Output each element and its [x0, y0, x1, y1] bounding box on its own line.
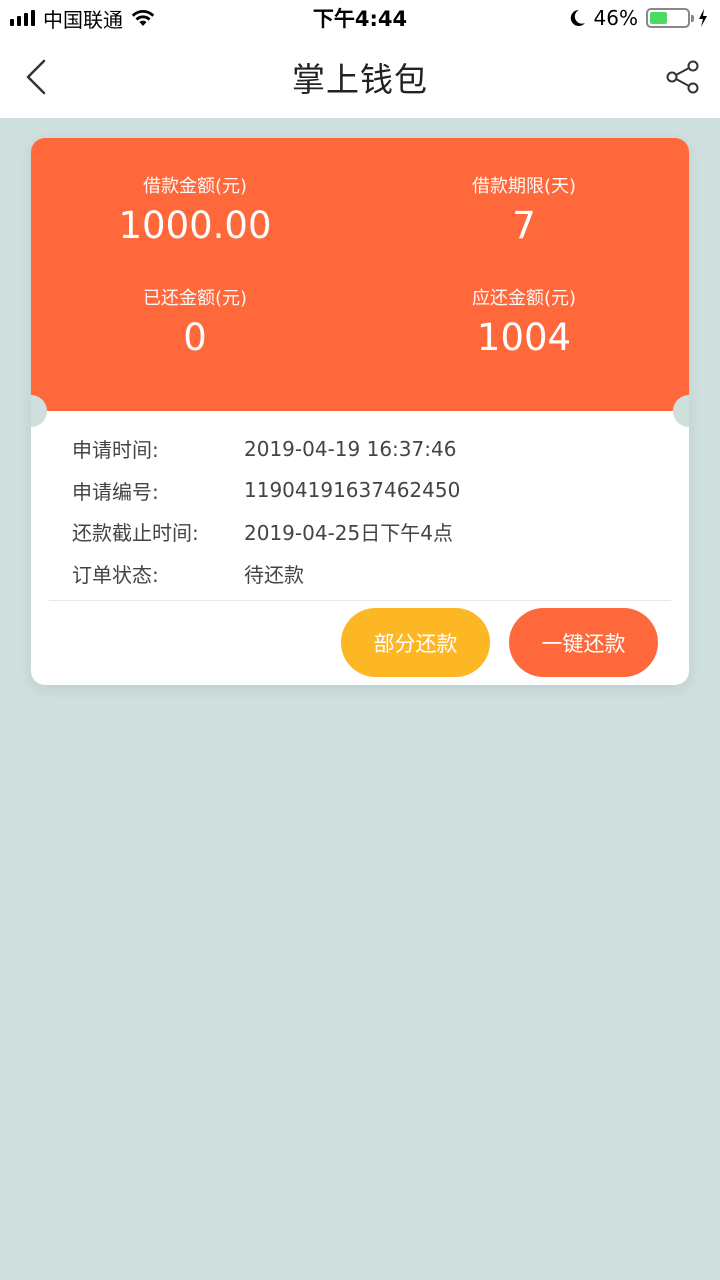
detail-row-due-time: 还款截止时间: 2019-04-25日下午4点	[72, 511, 652, 553]
detail-label: 申请编号:	[72, 479, 159, 504]
battery-icon	[646, 8, 694, 28]
loan-amount-stat: 借款金额(元) 1000.00	[45, 172, 345, 247]
share-icon	[666, 60, 699, 94]
back-button[interactable]	[16, 54, 56, 100]
status-right: 46%	[570, 6, 708, 30]
loan-amount-value: 1000.00	[118, 204, 272, 247]
wifi-icon	[131, 10, 155, 26]
battery-fill	[650, 12, 667, 24]
due-value: 1004	[476, 316, 572, 359]
detail-label: 订单状态:	[72, 562, 159, 587]
back-icon	[26, 59, 46, 95]
repaid-value: 0	[183, 316, 207, 359]
loan-summary: 借款金额(元) 1000.00 借款期限(天) 7 已还金额(元) 0 应还金额…	[31, 138, 689, 411]
due-label: 应还金额(元)	[471, 288, 577, 309]
detail-row-order-status: 订单状态: 待还款	[72, 553, 652, 595]
nav-bar: 掌上钱包	[0, 36, 720, 118]
share-button[interactable]	[660, 54, 706, 100]
charging-icon	[699, 9, 707, 27]
page-title: 掌上钱包	[292, 60, 428, 99]
loan-term-stat: 借款期限(天) 7	[374, 172, 674, 247]
detail-label: 申请时间:	[72, 438, 159, 463]
status-left: 中国联通	[10, 4, 155, 33]
detail-row-apply-time: 申请时间: 2019-04-19 16:37:46	[72, 428, 652, 470]
full-repay-button[interactable]: 一键还款	[509, 608, 658, 677]
repaid-stat: 已还金额(元) 0	[45, 284, 345, 359]
due-stat: 应还金额(元) 1004	[374, 284, 674, 359]
detail-row-apply-number: 申请编号: 11904191637462450	[72, 470, 652, 512]
battery-percent: 46%	[593, 6, 638, 30]
loan-term-label: 借款期限(天)	[471, 176, 577, 197]
detail-value: 2019-04-19 16:37:46	[244, 436, 457, 461]
moon-icon	[570, 9, 585, 26]
order-details: 申请时间: 2019-04-19 16:37:46 申请编号: 11904191…	[72, 428, 652, 594]
signal-icon	[10, 10, 35, 26]
status-bar: 中国联通 下午4:44 46%	[0, 0, 720, 36]
loan-amount-label: 借款金额(元)	[142, 176, 248, 197]
carrier-label: 中国联通	[43, 7, 123, 32]
partial-repay-button[interactable]: 部分还款	[341, 608, 490, 677]
detail-label: 还款截止时间:	[72, 521, 199, 546]
detail-value: 待还款	[244, 562, 304, 587]
detail-value: 2019-04-25日下午4点	[244, 521, 453, 546]
loan-term-value: 7	[512, 204, 536, 247]
detail-value: 11904191637462450	[244, 478, 461, 503]
loan-card: 借款金额(元) 1000.00 借款期限(天) 7 已还金额(元) 0 应还金额…	[31, 138, 689, 685]
divider	[49, 600, 671, 601]
repaid-label: 已还金额(元)	[142, 288, 248, 309]
